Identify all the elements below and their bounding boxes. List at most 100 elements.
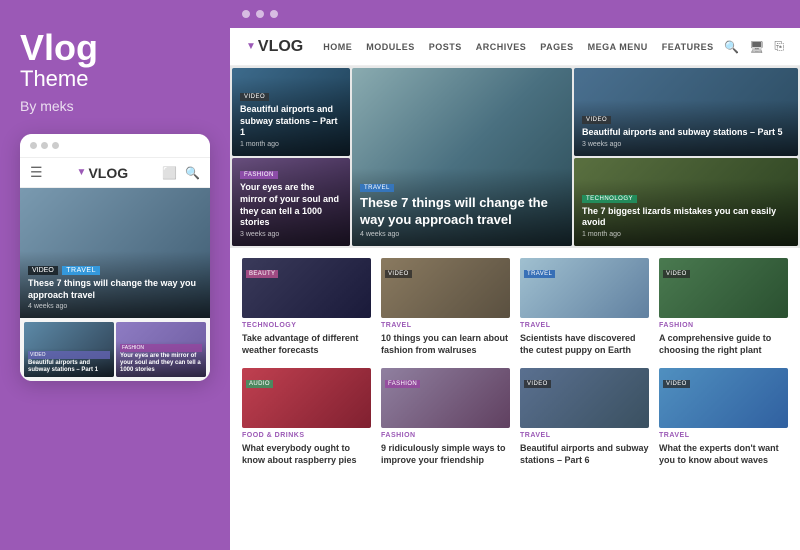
mobile-dot-2	[41, 142, 48, 149]
site-logo-text: VLOG	[258, 38, 303, 56]
hero-card-5[interactable]: TECHNOLOGY The 7 biggest lizards mistake…	[574, 158, 798, 246]
hero-card-1-date: 1 month ago	[240, 141, 342, 148]
hero-card-4[interactable]: VIDEO Beautiful airports and subway stat…	[574, 68, 798, 156]
grid-thumb-4: VIDEO	[659, 258, 788, 318]
hero-card-2-badge: FASHION	[240, 171, 278, 179]
grid-badge-overlay-1: BEAUTY	[246, 262, 278, 280]
grid-item-5[interactable]: AUDIO FOOD & DRINKS What everybody ought…	[242, 368, 371, 466]
brand-block: Vlog Theme By meks	[20, 30, 210, 114]
mobile-search-icon[interactable]: 🔍	[185, 166, 200, 180]
mobile-small-badge-2: FASHION	[120, 344, 202, 352]
mobile-travel-badge: TRAVEL	[62, 266, 100, 275]
grid-category-3: TRAVEL	[520, 322, 649, 329]
grid-badge-overlay-6: FASHION	[385, 372, 420, 390]
grid-thumb-6: FASHION	[381, 368, 510, 428]
grid-badge-3: TRAVEL	[524, 270, 555, 278]
hero-card-1-overlay: VIDEO Beautiful airports and subway stat…	[232, 77, 350, 156]
mobile-hero-card: VIDEO TRAVEL These 7 things will change …	[20, 188, 210, 318]
nav-home[interactable]: HOME	[323, 42, 352, 52]
grid-badge-4: VIDEO	[663, 270, 690, 278]
grid-badge-5: AUDIO	[246, 380, 273, 388]
nav-archives[interactable]: ARCHIVES	[476, 42, 527, 52]
mobile-logo-text: VLOG	[88, 165, 128, 181]
grid-thumb-3: TRAVEL	[520, 258, 649, 318]
mobile-top-bar	[20, 134, 210, 158]
grid-title-8: What the experts don't want you to know …	[659, 443, 788, 466]
brand-author: By meks	[20, 98, 210, 114]
hero-card-center[interactable]: TRAVEL These 7 things will change the wa…	[352, 68, 572, 246]
share-icon[interactable]: ⎘	[774, 39, 784, 54]
grid-badge-1: BEAUTY	[246, 270, 278, 278]
hero-card-center-badge: TRAVEL	[360, 184, 394, 192]
nav-posts[interactable]: POSTS	[429, 42, 462, 52]
nav-icons: 🔍 🖥 ⎘	[724, 39, 784, 54]
grid-badge-overlay-2: VIDEO	[385, 262, 412, 280]
grid-item-1[interactable]: BEAUTY TECHNOLOGY Take advantage of diff…	[242, 258, 371, 356]
grid-title-5: What everybody ought to know about raspb…	[242, 443, 371, 466]
grid-title-2: 10 things you can learn about fashion fr…	[381, 333, 510, 356]
hero-card-4-badge: VIDEO	[582, 116, 611, 124]
mobile-window-dots	[30, 142, 59, 149]
browser-chrome	[230, 0, 800, 28]
grid-badge-8: VIDEO	[663, 380, 690, 388]
grid-item-8[interactable]: VIDEO TRAVEL What the experts don't want…	[659, 368, 788, 466]
grid-thumb-8: VIDEO	[659, 368, 788, 428]
hero-card-1[interactable]: VIDEO Beautiful airports and subway stat…	[232, 68, 350, 156]
mobile-bottom-cards: VIDEO Beautiful airports and subway stat…	[20, 318, 210, 381]
hero-card-1-title: Beautiful airports and subway stations –…	[240, 104, 342, 139]
hero-card-5-date: 1 month ago	[582, 231, 790, 238]
hamburger-icon[interactable]: ☰	[30, 164, 43, 181]
hero-card-5-title: The 7 biggest lizards mistakes you can e…	[582, 206, 790, 229]
mobile-dot-1	[30, 142, 37, 149]
mobile-hero-date: 4 weeks ago	[28, 303, 202, 310]
grid-badge-overlay-3: TRAVEL	[524, 262, 555, 280]
nav-pages[interactable]: PAGES	[540, 42, 573, 52]
hero-col-left: VIDEO Beautiful airports and subway stat…	[232, 68, 350, 246]
mobile-small-badge-1: VIDEO	[28, 351, 110, 359]
grid-item-2[interactable]: VIDEO TRAVEL 10 things you can learn abo…	[381, 258, 510, 356]
hero-card-5-overlay: TECHNOLOGY The 7 biggest lizards mistake…	[574, 179, 798, 246]
nav-items: HOME MODULES POSTS ARCHIVES PAGES MEGA M…	[323, 42, 724, 52]
nav-mega-menu[interactable]: MEGA MENU	[588, 42, 648, 52]
search-icon[interactable]: 🔍	[724, 40, 739, 54]
nav-modules[interactable]: MODULES	[366, 42, 415, 52]
brand-title: Vlog	[20, 30, 210, 66]
nav-features[interactable]: FEATURES	[662, 42, 714, 52]
grid-thumb-2: VIDEO	[381, 258, 510, 318]
mobile-video-badge: VIDEO	[28, 266, 58, 275]
hero-card-4-title: Beautiful airports and subway stations –…	[582, 127, 790, 139]
grid-item-4[interactable]: VIDEO FASHION A comprehensive guide to c…	[659, 258, 788, 356]
grid-badge-overlay-4: VIDEO	[663, 262, 690, 280]
grid-badge-6: FASHION	[385, 380, 420, 388]
monitor-icon[interactable]: ⬜	[162, 166, 177, 180]
browser-content: ▼ VLOG HOME MODULES POSTS ARCHIVES PAGES…	[230, 28, 800, 550]
mobile-hero-overlay: VIDEO TRAVEL These 7 things will change …	[20, 251, 210, 318]
hero-card-2-date: 3 weeks ago	[240, 231, 342, 238]
hero-card-center-title: These 7 things will change the way you a…	[360, 195, 564, 229]
mobile-small-card-2: FASHION Your eyes are the mirror of your…	[116, 322, 206, 377]
site-nav: ▼ VLOG HOME MODULES POSTS ARCHIVES PAGES…	[230, 28, 800, 66]
grid-title-6: 9 ridiculously simple ways to improve yo…	[381, 443, 510, 466]
grid-category-4: FASHION	[659, 322, 788, 329]
mobile-logo-arrow: ▼	[77, 167, 87, 178]
grid-item-7[interactable]: VIDEO TRAVEL Beautiful airports and subw…	[520, 368, 649, 466]
grid-badge-overlay-8: VIDEO	[663, 372, 690, 390]
mobile-dot-3	[52, 142, 59, 149]
grid-thumb-5: AUDIO	[242, 368, 371, 428]
mobile-nav-icons: ⬜ 🔍	[162, 166, 200, 180]
hero-card-2-overlay: FASHION Your eyes are the mirror of your…	[232, 158, 350, 246]
hero-card-2[interactable]: FASHION Your eyes are the mirror of your…	[232, 158, 350, 246]
monitor-icon[interactable]: 🖥	[749, 40, 764, 54]
grid-badge-overlay-7: VIDEO	[524, 372, 551, 390]
site-logo-arrow-icon: ▼	[246, 41, 256, 52]
hero-card-4-date: 3 weeks ago	[582, 141, 790, 148]
grid-category-2: TRAVEL	[381, 322, 510, 329]
grid-badge-overlay-5: AUDIO	[246, 372, 273, 390]
grid-item-3[interactable]: TRAVEL TRAVEL Scientists have discovered…	[520, 258, 649, 356]
left-panel: Vlog Theme By meks ☰ ▼ VLOG ⬜ 🔍	[0, 0, 230, 550]
hero-card-4-overlay: VIDEO Beautiful airports and subway stat…	[574, 100, 798, 156]
grid-category-7: TRAVEL	[520, 432, 649, 439]
hero-card-2-title: Your eyes are the mirror of your soul an…	[240, 182, 342, 229]
grid-item-6[interactable]: FASHION FASHION 9 ridiculously simple wa…	[381, 368, 510, 466]
grid-thumb-1: BEAUTY	[242, 258, 371, 318]
